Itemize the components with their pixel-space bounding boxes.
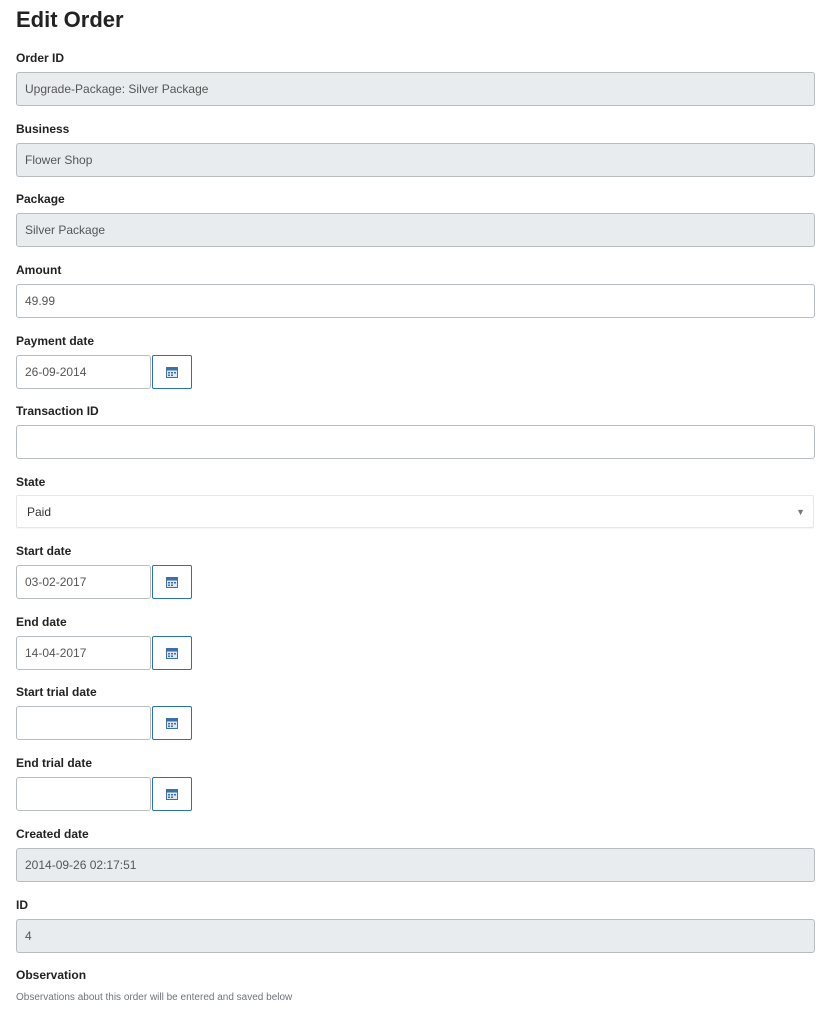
payment-date-field: Payment date [16,333,815,389]
state-select[interactable]: Paid ▼ [16,495,814,528]
calendar-icon [166,788,178,800]
start-trial-date-group [16,706,815,740]
business-input[interactable] [16,143,815,177]
order-id-input[interactable] [16,72,815,106]
business-field: Business [16,121,815,177]
order-id-label: Order ID [16,51,65,65]
calendar-icon [166,647,178,659]
payment-date-calendar-button[interactable] [152,355,192,389]
end-date-group [16,636,815,670]
start-trial-date-field: Start trial date [16,684,815,740]
id-label: ID [16,898,28,912]
transaction-id-field: Transaction ID [16,403,815,459]
start-trial-date-input[interactable] [16,706,151,740]
edit-order-page: Edit Order Order ID Business Package Amo… [0,0,833,1014]
order-id-field: Order ID [16,50,815,106]
start-date-calendar-button[interactable] [152,565,192,599]
start-date-group [16,565,815,599]
amount-label: Amount [16,263,62,277]
amount-field: Amount [16,262,815,318]
payment-date-group [16,355,815,389]
end-date-input[interactable] [16,636,151,670]
observation-label: Observation [16,968,87,982]
id-input[interactable] [16,919,815,953]
end-trial-date-input[interactable] [16,777,151,811]
end-trial-date-group [16,777,815,811]
start-trial-date-calendar-button[interactable] [152,706,192,740]
package-input[interactable] [16,213,815,247]
payment-date-input[interactable] [16,355,151,389]
end-trial-date-field: End trial date [16,755,815,811]
observation-help-text: Observations about this order will be en… [16,992,293,1003]
state-field: State Paid ▼ [16,474,815,528]
package-label: Package [16,192,65,206]
payment-date-label: Payment date [16,334,95,348]
transaction-id-label: Transaction ID [16,404,99,418]
end-date-calendar-button[interactable] [152,636,192,670]
calendar-icon [166,717,178,729]
created-date-label: Created date [16,827,89,841]
created-date-field: Created date [16,826,815,882]
transaction-id-input[interactable] [16,425,815,459]
start-date-input[interactable] [16,565,151,599]
calendar-icon [166,576,178,588]
start-trial-date-label: Start trial date [16,685,97,699]
end-date-field: End date [16,614,815,670]
start-date-label: Start date [16,544,72,558]
created-date-input[interactable] [16,848,815,882]
state-label: State [16,475,46,489]
package-field: Package [16,191,815,247]
end-date-label: End date [16,615,67,629]
chevron-down-icon: ▼ [796,506,805,517]
business-label: Business [16,122,70,136]
end-trial-date-label: End trial date [16,756,93,770]
state-selected-value: Paid [27,504,52,519]
start-date-field: Start date [16,543,815,599]
observation-field: Observation Observations about this orde… [16,967,815,1003]
page-title: Edit Order [16,7,124,32]
amount-input[interactable] [16,284,815,318]
calendar-icon [166,366,178,378]
end-trial-date-calendar-button[interactable] [152,777,192,811]
id-field: ID [16,897,815,953]
